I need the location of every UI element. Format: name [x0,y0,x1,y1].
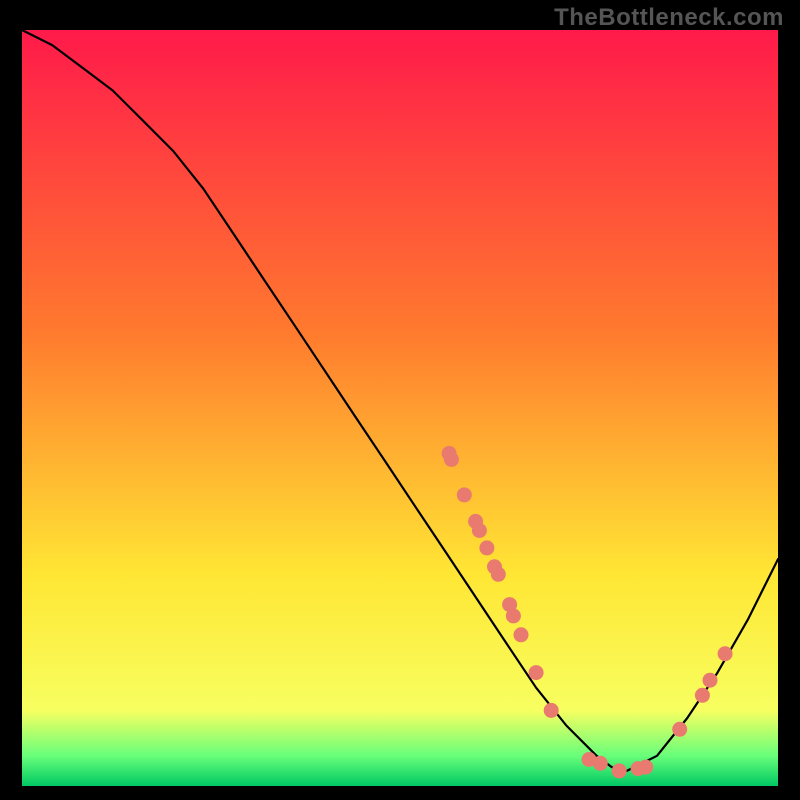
data-dot [479,540,494,555]
data-dot [506,608,521,623]
data-dot [593,756,608,771]
data-dot [457,487,472,502]
data-dot [672,722,687,737]
data-dot [491,567,506,582]
data-dot [638,760,653,775]
chart-container: TheBottleneck.com [0,0,800,800]
data-dot [444,452,459,467]
data-dot [529,665,544,680]
data-dot [544,703,559,718]
chart-svg [22,30,778,786]
plot-area [22,30,778,786]
data-dot [695,688,710,703]
data-dot [514,627,529,642]
watermark-text: TheBottleneck.com [554,4,784,32]
data-dot [703,673,718,688]
data-dot [472,523,487,538]
data-dot [718,646,733,661]
data-dot [612,763,627,778]
gradient-background [22,30,778,786]
